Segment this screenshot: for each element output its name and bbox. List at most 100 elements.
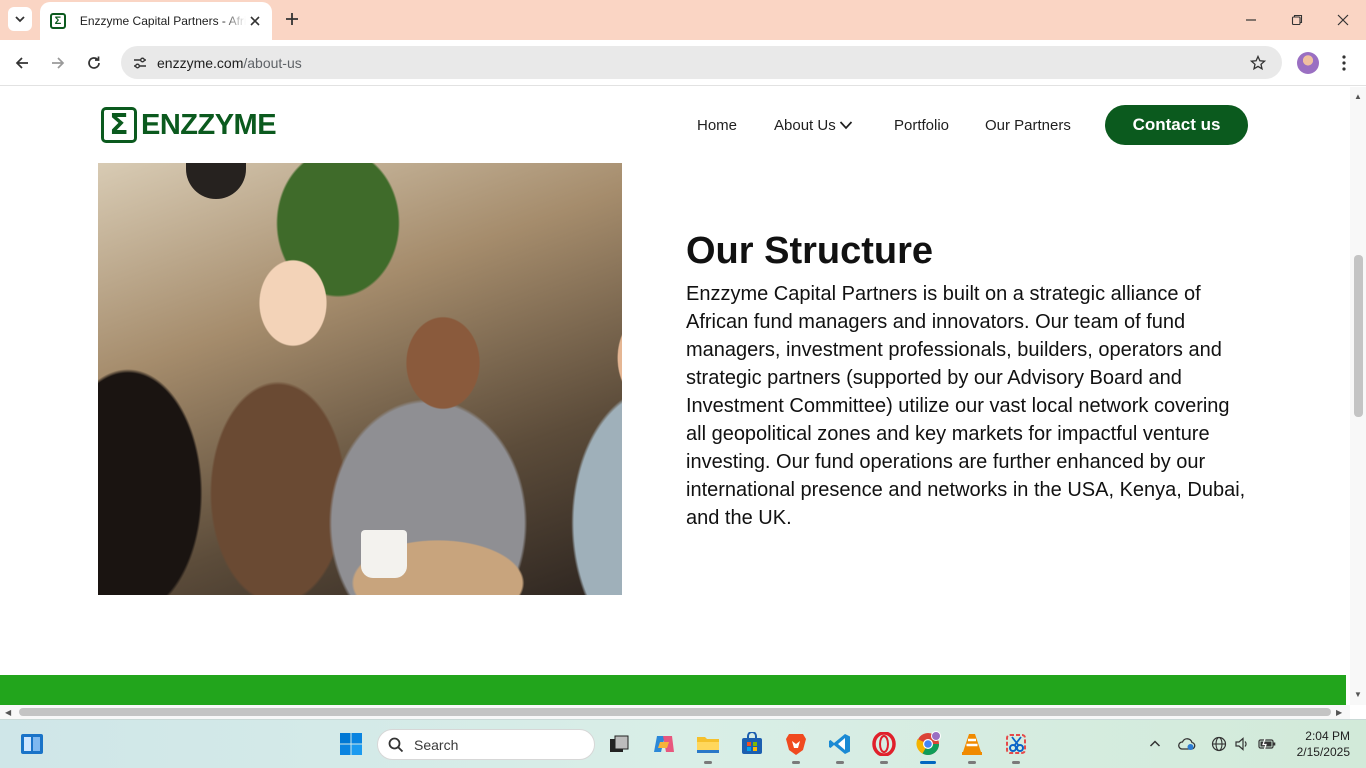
star-icon [1250,55,1266,71]
clock-time: 2:04 PM [1305,729,1350,743]
site-logo[interactable]: Σ ENZZYME [101,107,277,143]
widgets-button[interactable] [17,729,47,759]
logo-text: ENZZYME [141,108,277,141]
url-path: /about-us [243,55,302,71]
tune-icon [134,57,146,69]
restore-icon [1291,14,1303,26]
opera-button[interactable] [869,729,899,764]
photo-coffee-cup [361,530,407,578]
network-tray-button[interactable] [1209,734,1229,754]
taskbar: Search 2:04 PM 2/15/2025 [0,719,1366,768]
page-viewport: Σ ENZZYME Home About Us Portfolio Our Pa… [0,87,1350,705]
battery-tray-button[interactable] [1257,734,1277,754]
bookmark-button[interactable] [1248,53,1268,73]
reload-icon [88,56,100,69]
nav-our-partners[interactable]: Our Partners [985,117,1071,134]
scroll-right-arrow-icon[interactable]: ▶ [1336,708,1342,717]
opera-icon [872,732,896,756]
tab-search-button[interactable] [8,7,32,31]
address-bar[interactable]: enzzyme.com/about-us [121,46,1282,79]
store-icon [742,732,762,754]
onedrive-tray-button[interactable] [1177,734,1197,754]
running-indicator [704,761,712,764]
more-vertical-icon [1342,55,1346,71]
back-button[interactable] [10,51,34,75]
vlc-cone-icon [962,734,982,755]
nav-home[interactable]: Home [697,117,737,134]
minimize-button[interactable] [1239,8,1263,32]
horizontal-scrollbar[interactable]: ◀ ▶ [0,705,1350,719]
vscode-icon [829,734,850,754]
show-hidden-icons-button[interactable] [1145,734,1165,754]
start-button[interactable] [336,729,366,759]
chrome-button[interactable] [913,729,943,764]
vscode-button[interactable] [825,729,855,764]
reload-button[interactable] [82,51,106,75]
restore-button[interactable] [1285,8,1309,32]
file-explorer-button[interactable] [693,729,723,764]
footer-band [0,675,1346,705]
copilot-button[interactable] [649,729,679,759]
running-indicator [836,761,844,764]
new-tab-button[interactable] [281,8,303,30]
close-icon [250,16,260,26]
clock-date: 2/15/2025 [1296,745,1350,759]
nav-portfolio[interactable]: Portfolio [894,117,949,134]
tab-title: Enzzyme Capital Partners - African Fund … [79,14,247,28]
profile-avatar[interactable] [1297,52,1319,74]
snipping-tool-button[interactable] [1001,729,1031,764]
vlc-button[interactable] [957,729,987,764]
close-window-button[interactable] [1331,8,1355,32]
task-view-button[interactable] [604,729,634,759]
windows-logo-icon [340,733,362,755]
horizontal-scroll-thumb[interactable] [19,708,1331,716]
taskbar-clock[interactable]: 2:04 PM 2/15/2025 [1284,728,1350,760]
vertical-scroll-thumb[interactable] [1354,255,1363,417]
running-indicator [880,761,888,764]
cloud-sync-icon [1178,738,1196,750]
team-meeting-photo [98,163,622,595]
snipping-tool-icon [1006,734,1026,754]
widgets-icon [21,734,43,754]
enzzyme-favicon-icon: Σ [50,13,66,29]
chevron-down-icon [15,16,25,23]
speaker-icon [1235,737,1247,751]
browser-tab-active[interactable]: Σ Enzzyme Capital Partners - African Fun… [40,2,272,40]
chevron-up-icon [1149,740,1161,747]
section-body: Enzzyme Capital Partners is built on a s… [686,283,1246,529]
logo-mark: Σ [101,107,137,143]
battery-charging-icon [1258,738,1276,750]
browser-toolbar: enzzyme.com/about-us [0,40,1366,86]
chevron-down-icon[interactable] [839,118,853,132]
running-indicator [1012,761,1020,764]
chrome-icon [916,731,941,755]
scroll-up-arrow-icon[interactable]: ▲ [1354,92,1362,101]
search-placeholder: Search [414,736,459,753]
close-icon [1337,14,1349,26]
brave-browser-button[interactable] [781,729,811,764]
scroll-left-arrow-icon[interactable]: ◀ [5,708,11,717]
running-indicator [968,761,976,764]
minimize-icon [1246,19,1256,21]
scroll-down-arrow-icon[interactable]: ▼ [1354,690,1362,699]
url-host: enzzyme.com [157,55,244,71]
tab-close-button[interactable] [246,12,264,30]
photo-lamp [186,163,246,199]
task-view-icon [610,735,629,752]
taskbar-search[interactable]: Search [377,729,595,760]
active-indicator [920,761,936,764]
contact-us-button[interactable]: Contact us [1105,105,1248,145]
nav-about-us[interactable]: About Us [774,117,836,134]
volume-tray-button[interactable] [1232,734,1252,754]
globe-icon [1211,736,1227,752]
url-text[interactable]: enzzyme.com/about-us [157,55,302,71]
vertical-scrollbar[interactable]: ▲ ▼ [1350,87,1366,705]
arrow-left-icon [15,57,28,69]
browser-menu-button[interactable] [1335,51,1353,75]
site-info-button[interactable] [127,50,153,76]
microsoft-store-button[interactable] [737,729,767,759]
folder-icon [697,737,719,753]
search-icon [388,737,404,752]
brave-lion-icon [786,734,806,755]
forward-button[interactable] [46,51,70,75]
